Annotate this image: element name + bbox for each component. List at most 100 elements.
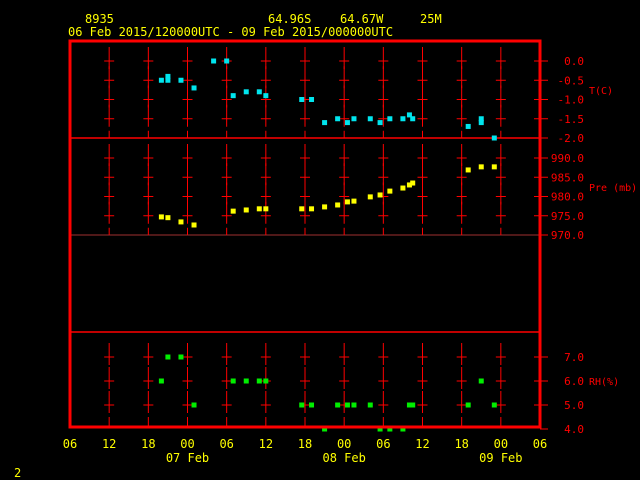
- data-point: [243, 378, 249, 384]
- data-point: [178, 354, 184, 360]
- data-point: [191, 85, 197, 91]
- y-tick-label: -2.0: [558, 132, 585, 145]
- x-tick-label: 00: [180, 437, 194, 451]
- data-point: [211, 58, 217, 64]
- data-point: [299, 97, 305, 102]
- x-tick-label: 12: [415, 437, 429, 451]
- x-tick-label: 06: [63, 437, 77, 451]
- x-date-label: 07 Feb: [166, 451, 209, 465]
- data-point: [322, 120, 328, 126]
- y-tick-label: 0.0: [564, 55, 584, 68]
- data-point: [387, 116, 393, 122]
- data-point: [478, 120, 484, 126]
- x-tick-label: 18: [454, 437, 468, 451]
- data-point: [263, 378, 269, 384]
- y-tick-label: -1.0: [558, 94, 585, 107]
- y-tick-label: 6.0: [564, 375, 584, 388]
- data-point: [243, 207, 249, 213]
- data-point: [243, 89, 249, 95]
- data-point: [158, 77, 164, 83]
- data-point: [465, 167, 471, 173]
- data-point: [491, 164, 497, 170]
- station-id: 8935: [85, 12, 114, 26]
- data-point: [191, 402, 197, 408]
- data-point: [387, 188, 393, 194]
- data-point: [367, 402, 373, 408]
- grid: [70, 47, 548, 430]
- x-tick-label: 18: [298, 437, 312, 451]
- data-point: [367, 194, 373, 200]
- data-point: [256, 378, 262, 384]
- x-tick-label: 00: [494, 437, 508, 451]
- y-axis-label: RH(%): [589, 377, 619, 388]
- y-tick-label: 4.0: [564, 423, 584, 436]
- data-point: [465, 123, 471, 129]
- y-axis-label: T(C): [589, 86, 613, 97]
- y-tick-label: 970.0: [551, 229, 584, 242]
- data-point: [335, 116, 341, 122]
- y-tick-label: 7.0: [564, 351, 584, 364]
- data-point: [344, 199, 350, 205]
- data-point: [224, 58, 230, 64]
- x-tick-label: 06: [533, 437, 547, 451]
- data-point: [263, 93, 269, 99]
- data-point: [400, 116, 406, 122]
- data-point: [465, 402, 471, 408]
- x-tick-label: 12: [102, 437, 116, 451]
- data-point: [165, 354, 171, 360]
- data-point: [377, 192, 383, 198]
- period: 06 Feb 2015/120000UTC - 09 Feb 2015/0000…: [68, 25, 393, 39]
- x-date-label: 08 Feb: [322, 451, 365, 465]
- data-point: [322, 204, 328, 210]
- data-point: [309, 206, 315, 212]
- y-tick-label: -0.5: [558, 74, 585, 87]
- x-tick-label: 18: [141, 437, 155, 451]
- data-point: [158, 378, 164, 384]
- data-point: [410, 116, 416, 122]
- elevation: 25M: [420, 12, 442, 26]
- data-point: [309, 402, 315, 408]
- data-point: [410, 180, 416, 186]
- data-point: [491, 402, 497, 408]
- data-point: [478, 164, 484, 170]
- data-point: [230, 378, 236, 384]
- data-point: [335, 202, 341, 208]
- longitude: 64.67W: [340, 12, 384, 26]
- data-point: [351, 116, 357, 122]
- data-point: [377, 120, 383, 126]
- latitude: 64.96S: [268, 12, 311, 26]
- data-point: [178, 219, 184, 225]
- data-point: [309, 97, 315, 102]
- x-date-label: 09 Feb: [479, 451, 522, 465]
- data-point: [230, 208, 236, 214]
- x-tick-label: 06: [219, 437, 233, 451]
- page-number: 2: [14, 466, 21, 480]
- data-point: [263, 206, 269, 212]
- data-point: [367, 116, 373, 122]
- data-point: [158, 214, 164, 220]
- data-point: [478, 378, 484, 384]
- x-tick-label: 06: [376, 437, 390, 451]
- data-point: [351, 402, 357, 408]
- data-point: [299, 206, 305, 212]
- data-point: [491, 135, 497, 141]
- data-point: [299, 402, 305, 408]
- y-tick-label: -1.5: [558, 113, 585, 126]
- axis-labels: 0.0 -0.5 -1.0 -1.5 -2.0 T(C) 990.0 985.0 980.0 97…: [63, 55, 637, 465]
- y-tick-label: 990.0: [551, 152, 584, 165]
- data-point: [335, 402, 341, 408]
- data-point: [165, 77, 171, 83]
- data-point: [344, 120, 350, 126]
- data-point: [191, 222, 197, 228]
- data-point: [256, 206, 262, 212]
- data-point: [344, 402, 350, 408]
- data-point: [351, 198, 357, 204]
- data-points: [158, 58, 497, 432]
- data-point: [410, 402, 416, 408]
- data-point: [165, 215, 171, 221]
- data-point: [256, 89, 262, 95]
- y-tick-label: 985.0: [551, 171, 584, 184]
- data-point: [230, 93, 236, 99]
- meteogram: 8935 64.96S 64.67W 25M 06 Feb 2015/12000…: [14, 12, 637, 480]
- data-point: [178, 77, 184, 83]
